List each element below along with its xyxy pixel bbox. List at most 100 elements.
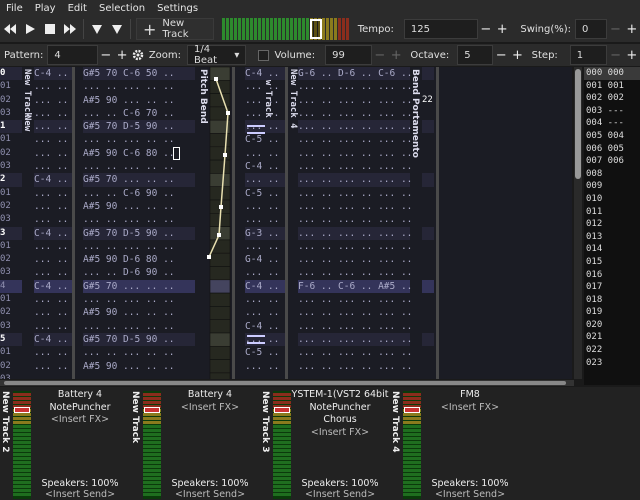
automation-cell[interactable]	[209, 67, 231, 81]
master-level-meter[interactable]	[222, 18, 350, 40]
pattern-down-icon[interactable]	[87, 18, 107, 40]
pattern-cell[interactable]: ... ..	[34, 373, 72, 379]
bend-cell[interactable]	[422, 133, 434, 146]
bend-cell[interactable]	[422, 346, 434, 359]
pattern-minus-button[interactable]: −	[98, 48, 114, 63]
pattern-cell[interactable]: ... .. ... .. ... ..	[298, 240, 412, 253]
menu-file[interactable]: File	[0, 3, 29, 14]
pattern-cell[interactable]: ... ..	[34, 266, 72, 279]
speakers-label[interactable]: Speakers: 100%	[156, 478, 264, 489]
insert-fx-button[interactable]: <Insert FX>	[26, 414, 134, 427]
pitch-bend-column[interactable]: Pitch Bend	[196, 67, 232, 379]
pattern-cell[interactable]: ... ..	[34, 213, 72, 226]
sequence-entry[interactable]: 004 ---	[584, 117, 640, 130]
automation-point[interactable]	[226, 111, 230, 115]
bend-cell[interactable]	[422, 253, 434, 266]
pattern-cell[interactable]: C-4 ..	[34, 332, 72, 347]
sequence-entry[interactable]: 011	[584, 206, 640, 219]
track-column-3[interactable]: New Track 3 C-4 ..... ..... ..... ..... …	[235, 67, 285, 379]
sequence-entry[interactable]: 005 004	[584, 130, 640, 143]
track-2-notes[interactable]: G#5 70 C-6 50 ..... .. ... .. .. A#5 90 .…	[83, 67, 195, 379]
tempo-plus-button[interactable]: +	[494, 22, 510, 37]
pattern-cell[interactable]: ... .. ... .. ..	[83, 80, 195, 93]
insert-send-button[interactable]: <Insert Send>	[286, 489, 394, 500]
track-3-notes[interactable]: C-4 ..... ..... ..... ..... .. C-5 ..... …	[245, 67, 285, 379]
sequence-entry[interactable]: 021	[584, 331, 640, 344]
pattern-cell[interactable]: ... ..	[245, 373, 285, 379]
menu-settings[interactable]: Settings	[151, 3, 204, 14]
swing-minus-button[interactable]: −	[607, 22, 623, 37]
bend-cell[interactable]	[422, 147, 434, 160]
automation-point[interactable]	[223, 153, 227, 157]
track-1-header[interactable]: New Track	[22, 69, 32, 118]
automation-point[interactable]	[214, 77, 218, 81]
pattern-cell[interactable]: G#5 70 ... .. ..	[83, 173, 195, 187]
gear-icon[interactable]	[130, 44, 145, 66]
pattern-cell[interactable]: ... ..	[245, 360, 285, 373]
automation-cell[interactable]	[209, 345, 231, 360]
track-4-notes[interactable]: G-6 .. D-6 .. C-6 ..... .. ... .. ... ..…	[298, 67, 412, 379]
bend-cell[interactable]	[422, 279, 434, 294]
pattern-cell[interactable]: ... ..	[245, 94, 285, 107]
pattern-cell[interactable]: ... ..	[245, 306, 285, 319]
pattern-cell[interactable]: ... .. ... .. ... ..	[298, 213, 412, 226]
bend-cell[interactable]	[422, 213, 434, 226]
automation-cell[interactable]	[209, 319, 231, 334]
pattern-cell[interactable]: ... .. ... .. ... ..	[298, 120, 412, 134]
pattern-cell[interactable]: ... .. ... .. ... ..	[298, 107, 412, 120]
swing-plus-button[interactable]: +	[624, 22, 640, 37]
pattern-cell[interactable]: ... .. ... .. ... ..	[298, 200, 412, 213]
track-4-header[interactable]: New Track 4	[288, 69, 298, 129]
pattern-cell[interactable]: ... .. C-6 90 ..	[83, 187, 195, 200]
volume-spinbox[interactable]: 99	[325, 45, 372, 65]
automation-cell[interactable]	[209, 93, 231, 108]
sequence-entry[interactable]: 023	[584, 357, 640, 370]
pattern-cell[interactable]: ... ..	[245, 266, 285, 279]
sequence-entry[interactable]: 022	[584, 344, 640, 357]
pattern-horizontal-scrollbar[interactable]	[0, 380, 574, 386]
speakers-label[interactable]: Speakers: 100%	[26, 478, 134, 489]
sequence-entry[interactable]: 003 ---	[584, 105, 640, 118]
pattern-cell[interactable]: ... .. ... .. ... ..	[298, 160, 412, 173]
pattern-vertical-scrollbar[interactable]	[574, 67, 582, 379]
pattern-cell[interactable]: ... ..	[245, 173, 285, 187]
insert-send-button[interactable]: <Insert Send>	[26, 489, 134, 500]
pattern-cell[interactable]: C-4 ..	[245, 279, 285, 294]
zoom-select[interactable]: 1/4 Beat ▾	[187, 44, 247, 66]
pattern-cell[interactable]: ... .. ... .. ... ..	[298, 80, 412, 93]
pattern-cell[interactable]: ... ..	[34, 160, 72, 173]
octave-spinbox[interactable]: 5	[457, 45, 493, 65]
bend-cell[interactable]	[422, 240, 434, 253]
pattern-cell[interactable]: ... ..	[34, 240, 72, 253]
rewind-icon[interactable]	[0, 18, 20, 40]
track-1-notes[interactable]: C-4 ..... ..... ..... ..... ..... ..... …	[34, 67, 72, 379]
pattern-cell[interactable]: ... .. ... .. ..	[83, 346, 195, 359]
pattern-cell[interactable]: ... .. ... .. ... ..	[298, 253, 412, 266]
automation-cell[interactable]	[209, 252, 231, 267]
speakers-label[interactable]: Speakers: 100%	[286, 478, 394, 489]
pattern-value[interactable]: 4	[54, 50, 60, 61]
octave-plus-button[interactable]: +	[509, 48, 525, 63]
menu-edit[interactable]: Edit	[62, 3, 93, 14]
pattern-cell[interactable]: ... .. ... .. ..	[83, 373, 195, 379]
tempo-value[interactable]: 125	[411, 24, 430, 35]
pattern-cell[interactable]: ... .. ... .. ... ..	[298, 332, 412, 347]
bend-cell[interactable]	[422, 293, 434, 306]
pattern-cell[interactable]: ... .. ... .. ... ..	[298, 346, 412, 359]
pattern-cell[interactable]: G-4 ..	[245, 253, 285, 266]
pattern-cell[interactable]: A#5 90 ... .. ..	[83, 200, 195, 213]
pattern-cell[interactable]: G#5 70 D-5 90 ..	[83, 226, 195, 240]
pattern-cell[interactable]: ... ..	[34, 253, 72, 266]
mixer-strip-1[interactable]: New Track 2 Battery 4 NotePuncher <Inser…	[0, 387, 130, 500]
pattern-cell[interactable]: ... .. ... .. ..	[83, 240, 195, 253]
tempo-spinbox[interactable]: 125	[403, 19, 478, 39]
play-icon[interactable]	[20, 18, 40, 40]
pattern-cell[interactable]: ... .. ... .. ... ..	[298, 306, 412, 319]
bend-cell[interactable]	[422, 226, 434, 240]
bend-portamento-header[interactable]: Bend Portamento	[410, 69, 420, 158]
step-value[interactable]: 1	[577, 50, 583, 61]
pattern-cell[interactable]: ... .. D-6 90 ..	[83, 266, 195, 279]
plugin-slot[interactable]: FM8	[416, 389, 524, 402]
pattern-cell[interactable]: C-4 ..	[245, 67, 285, 81]
pattern-cell[interactable]: ... .. ... .. ... ..	[298, 320, 412, 333]
